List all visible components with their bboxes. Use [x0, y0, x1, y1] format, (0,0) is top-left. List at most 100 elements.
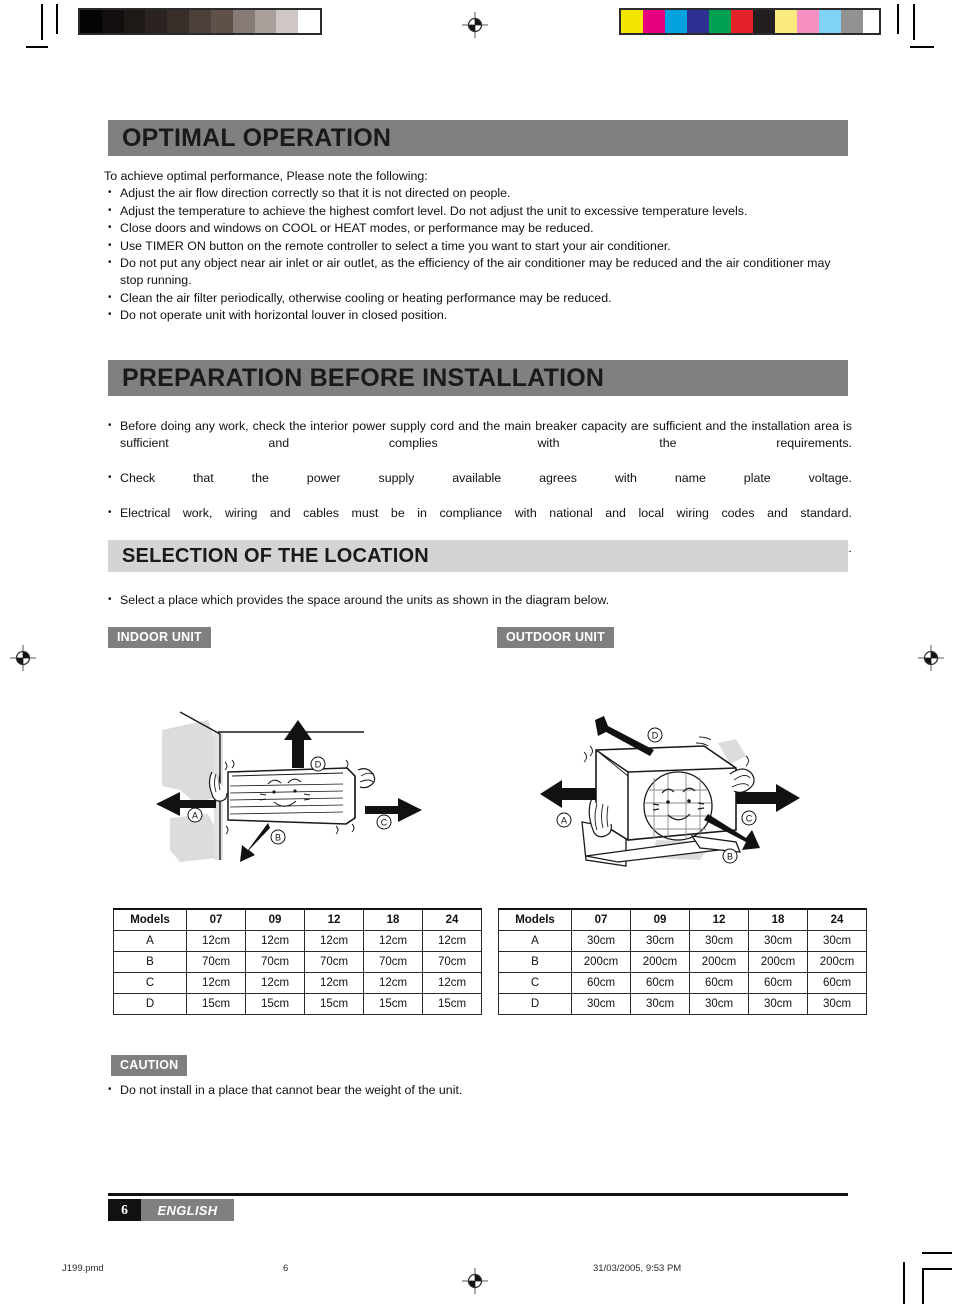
list-item: Do not operate unit with horizontal louv… [104, 306, 852, 324]
svg-text:A: A [561, 816, 567, 826]
table-header-cell: 24 [807, 908, 867, 931]
table-cell: 30cm [748, 930, 808, 952]
print-info-timestamp: 31/03/2005, 9:53 PM [593, 1263, 682, 1274]
table-cell: 12cm [245, 972, 305, 994]
table-row: C 12cm 12cm 12cm 12cm 12cm [113, 972, 482, 994]
table-header-cell: 12 [304, 908, 364, 931]
section-title: PREPARATION BEFORE INSTALLATION [122, 363, 605, 392]
table-cell: 15cm [422, 993, 482, 1015]
table-cell: 12cm [304, 930, 364, 952]
svg-text:A: A [192, 811, 198, 821]
badge-indoor-unit: INDOOR UNIT [108, 627, 211, 648]
intro-text: To achieve optimal performance, Please n… [104, 169, 428, 183]
svg-text:C: C [381, 818, 388, 828]
table-cell: 12cm [304, 972, 364, 994]
svg-text:B: B [275, 833, 281, 843]
list-item: Use TIMER ON button on the remote contro… [104, 237, 852, 255]
badge-caution: CAUTION [111, 1055, 188, 1076]
table-cell: C [498, 972, 572, 994]
page-number: 6 [108, 1199, 141, 1221]
section-header-preparation-before-installation: PREPARATION BEFORE INSTALLATION [108, 360, 848, 396]
table-cell: 60cm [571, 972, 631, 994]
print-info-filename: J199.pmd [62, 1263, 104, 1274]
table-cell: 30cm [630, 930, 690, 952]
table-cell: A [113, 930, 187, 952]
table-cell: 60cm [630, 972, 690, 994]
list-item: Electrical work, wiring and cables must … [104, 504, 852, 540]
table-cell: 70cm [304, 951, 364, 973]
table-cell: 200cm [748, 951, 808, 973]
table-row: B 200cm 200cm 200cm 200cm 200cm [498, 951, 867, 973]
table-cell: 12cm [422, 972, 482, 994]
bullet-list-optimal-operation: Adjust the air flow direction correctly … [104, 184, 852, 324]
caution-body: Do not install in a place that cannot be… [104, 1081, 852, 1099]
table-row: D 30cm 30cm 30cm 30cm 30cm [498, 993, 867, 1015]
list-item: Close doors and windows on COOL or HEAT … [104, 219, 852, 237]
list-item: Clean the air filter periodically, other… [104, 289, 852, 307]
table-cell: 200cm [689, 951, 749, 973]
print-info-page: 6 [283, 1263, 289, 1274]
bullet-list-selection: Select a place which provides the space … [104, 591, 852, 609]
table-cell: 30cm [689, 993, 749, 1015]
table-header-cell: 09 [630, 908, 690, 931]
bullet-list-caution: Do not install in a place that cannot be… [104, 1081, 852, 1099]
table-header-cell: 07 [186, 908, 246, 931]
table-cell: 30cm [571, 993, 631, 1015]
table-cell: 70cm [186, 951, 246, 973]
svg-text:D: D [315, 760, 322, 770]
table-cell: 60cm [748, 972, 808, 994]
table-cell: 70cm [422, 951, 482, 973]
table-row: A 30cm 30cm 30cm 30cm 30cm [498, 930, 867, 952]
section-header-optimal-operation: OPTIMAL OPERATION [108, 120, 848, 156]
table-cell: 70cm [363, 951, 423, 973]
table-cell: 12cm [186, 972, 246, 994]
table-cell: B [498, 951, 572, 973]
table-cell: 30cm [571, 930, 631, 952]
diagram-outdoor-unit-clearances: A B C D [540, 690, 870, 890]
table-cell: 30cm [807, 930, 867, 952]
badge-label: OUTDOOR UNIT [506, 630, 605, 644]
list-item: Select a place which provides the space … [104, 591, 852, 609]
table-cell: A [498, 930, 572, 952]
table-cell: 70cm [245, 951, 305, 973]
svg-text:C: C [746, 814, 753, 824]
list-item: Check that the power supply available ag… [104, 469, 852, 505]
table-cell: 30cm [630, 993, 690, 1015]
table-cell: 30cm [807, 993, 867, 1015]
svg-text:D: D [652, 731, 659, 741]
table-cell: 12cm [363, 930, 423, 952]
diagram-indoor-unit-clearances: A B C D [150, 690, 480, 890]
table-cell: 200cm [630, 951, 690, 973]
section-title: OPTIMAL OPERATION [122, 123, 392, 152]
table-cell: D [113, 993, 187, 1015]
table-cell: 200cm [807, 951, 867, 973]
table-header-cell: 18 [748, 908, 808, 931]
table-header-row: Models 07 09 12 18 24 [113, 908, 482, 931]
table-header-cell: Models [113, 908, 187, 931]
table-cell: 15cm [186, 993, 246, 1015]
table-cell: D [498, 993, 572, 1015]
table-cell: 12cm [422, 930, 482, 952]
table-row: C 60cm 60cm 60cm 60cm 60cm [498, 972, 867, 994]
table-indoor-clearances: Models 07 09 12 18 24 A 12cm 12cm 12cm 1… [113, 908, 482, 1015]
table-cell: C [113, 972, 187, 994]
table-header-cell: 18 [363, 908, 423, 931]
section-body-optimal-operation: To achieve optimal performance, Please n… [104, 168, 852, 325]
table-cell: B [113, 951, 187, 973]
section-header-selection-of-the-location: SELECTION OF THE LOCATION [108, 540, 848, 572]
language-tag: ENGLISH [141, 1199, 234, 1221]
list-item: Adjust the temperature to achieve the hi… [104, 202, 852, 220]
table-header-cell: 07 [571, 908, 631, 931]
table-row: D 15cm 15cm 15cm 15cm 15cm [113, 993, 482, 1015]
table-cell: 30cm [689, 930, 749, 952]
table-cell: 15cm [363, 993, 423, 1015]
table-cell: 12cm [186, 930, 246, 952]
list-item: Do not put any object near air inlet or … [104, 254, 852, 290]
badge-label: INDOOR UNIT [117, 630, 202, 644]
section-title: SELECTION OF THE LOCATION [122, 544, 429, 567]
manual-page: OPTIMAL OPERATION To achieve optimal per… [0, 0, 954, 1305]
table-cell: 30cm [748, 993, 808, 1015]
table-header-cell: 09 [245, 908, 305, 931]
list-item: Before doing any work, check the interio… [104, 417, 852, 470]
section-body-selection-of-the-location: Select a place which provides the space … [104, 591, 852, 609]
